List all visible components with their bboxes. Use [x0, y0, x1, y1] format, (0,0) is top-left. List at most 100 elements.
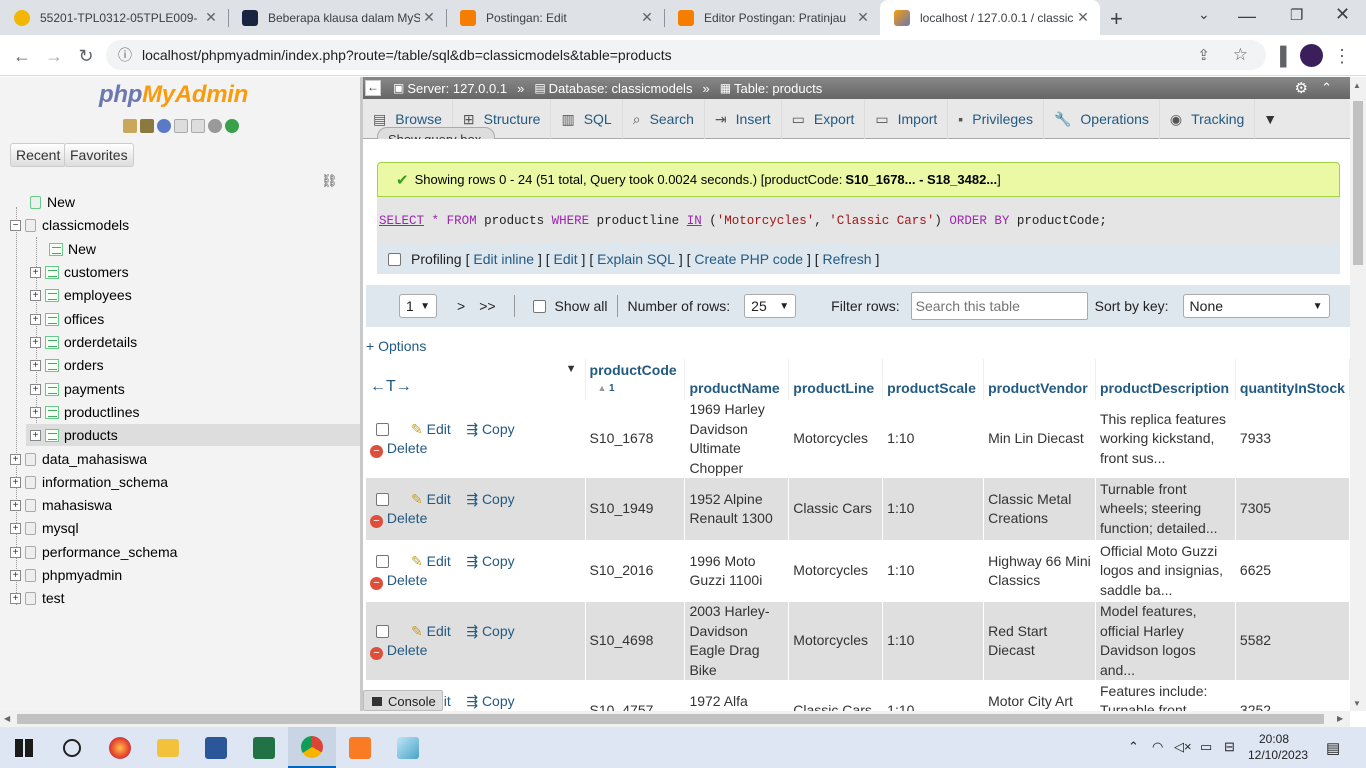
horizontal-scrollbar[interactable]: ◀ ▶	[0, 711, 1350, 727]
side-panel-icon[interactable]: ▐	[1268, 44, 1292, 68]
expand-icon[interactable]: +	[30, 336, 41, 348]
sql-keyword[interactable]: IN	[687, 214, 702, 228]
column-header-productdescription[interactable]: productDescription	[1095, 359, 1236, 400]
window-close-icon[interactable]: ✕	[1335, 4, 1350, 25]
sort-dropdown-icon[interactable]: ▼	[566, 363, 577, 375]
expand-icon[interactable]: +	[30, 429, 41, 441]
copy-button[interactable]: ⇶ Copy	[466, 421, 514, 437]
expand-icon[interactable]: +	[30, 383, 41, 395]
tree-table-orders[interactable]: + orders	[30, 355, 104, 375]
scrollbar-thumb[interactable]	[1353, 101, 1363, 265]
sql-keyword[interactable]: SELECT	[379, 214, 424, 228]
help-icon[interactable]	[157, 119, 171, 133]
tree-db-data-mahasiswa[interactable]: + data_mahasiswa	[10, 449, 147, 469]
cell-productline-link[interactable]: Motorcycles	[788, 400, 884, 478]
browser-tab-2[interactable]: Beberapa klausa dalam MySQ ✕	[228, 0, 446, 35]
tree-db-performance-schema[interactable]: + performance_schema	[10, 542, 177, 562]
expand-icon[interactable]: +	[10, 499, 21, 511]
cell-productcode[interactable]: S10_1949	[585, 478, 686, 540]
tree-new-database[interactable]: New	[30, 192, 75, 212]
browser-tab-3[interactable]: Postingan: Edit ✕	[446, 0, 664, 35]
tree-table-customers[interactable]: + customers	[30, 262, 129, 282]
edit-query-link[interactable]: Edit	[554, 251, 578, 267]
start-button[interactable]	[0, 727, 48, 768]
scroll-down-icon[interactable]: ▼	[1353, 699, 1361, 708]
bookmark-star-icon[interactable]: ☆	[1233, 45, 1248, 65]
cell-productscale[interactable]: 1:10	[882, 540, 985, 602]
tab-privileges[interactable]: ▪ Privileges	[948, 99, 1044, 139]
filter-rows-input[interactable]	[910, 292, 1088, 320]
search-button[interactable]	[48, 727, 96, 768]
create-php-code-link[interactable]: Create PHP code	[694, 251, 803, 267]
cell-quantityinstock[interactable]: 6625	[1235, 540, 1350, 602]
home-icon[interactable]	[123, 119, 137, 133]
taskbar-word[interactable]	[192, 727, 240, 768]
close-icon[interactable]: ✕	[420, 9, 438, 26]
cell-productline-link[interactable]: Classic Cars	[788, 478, 884, 540]
tree-db-information-schema[interactable]: + information_schema	[10, 472, 168, 492]
expand-icon[interactable]: +	[30, 266, 41, 278]
site-info-icon[interactable]: ⓘ	[118, 45, 132, 65]
close-icon[interactable]: ✕	[1074, 9, 1092, 26]
tab-tracking[interactable]: ◉ Tracking	[1160, 99, 1256, 139]
cell-quantityinstock[interactable]: 7933	[1235, 400, 1350, 478]
expand-icon[interactable]: +	[10, 522, 21, 534]
cell-productline-link[interactable]: Motorcycles	[788, 602, 884, 680]
speaker-muted-icon[interactable]: ◁×	[1174, 739, 1192, 755]
tray-chevron-up-icon[interactable]: ⌃	[1128, 739, 1139, 755]
phpmyadmin-logo[interactable]: phpMyAdmin	[99, 81, 248, 109]
cell-productname[interactable]: 2003 Harley-Davidson Eagle Drag Bike	[684, 602, 790, 680]
cell-productname[interactable]: 1996 Moto Guzzi 1100i	[684, 540, 790, 602]
refresh-link[interactable]: Refresh	[823, 251, 872, 267]
taskbar-xampp[interactable]	[336, 727, 384, 768]
expand-icon[interactable]: +	[10, 476, 21, 488]
tree-table-orderdetails[interactable]: + orderdetails	[30, 332, 137, 352]
column-header-productvendor[interactable]: productVendor	[983, 359, 1096, 400]
favorites-button[interactable]: Favorites	[64, 143, 134, 167]
share-icon[interactable]: ⇪	[1197, 46, 1210, 64]
cell-productdescription[interactable]: Model features, official Harley Davidson…	[1095, 602, 1236, 680]
tree-db-phpmyadmin[interactable]: + phpmyadmin	[10, 565, 122, 585]
tree-table-products[interactable]: + products	[30, 425, 118, 445]
breadcrumb-server[interactable]: Server: 127.0.0.1	[407, 81, 507, 96]
edit-button[interactable]: ✎ Edit	[411, 421, 451, 437]
delete-button[interactable]: − Delete	[370, 440, 427, 458]
row-checkbox[interactable]	[376, 492, 389, 506]
show-all-checkbox[interactable]	[532, 299, 546, 313]
close-icon[interactable]: ✕	[638, 9, 656, 26]
edit-inline-link[interactable]: Edit inline	[473, 251, 534, 267]
cell-productdescription[interactable]: This replica features working kickstand,…	[1095, 400, 1236, 478]
expand-icon[interactable]: +	[30, 359, 41, 371]
cell-productname[interactable]: 1969 Harley Davidson Ultimate Chopper	[684, 400, 790, 478]
edit-button[interactable]: ✎ Edit	[411, 491, 451, 507]
link-icon[interactable]: ⛓	[321, 173, 338, 189]
vertical-scrollbar[interactable]: ▲ ▼	[1350, 77, 1366, 711]
taskbar-chrome[interactable]	[288, 727, 336, 768]
tree-db-mysql[interactable]: + mysql	[10, 518, 79, 538]
column-header-quantityinstock[interactable]: quantityInStock	[1235, 359, 1350, 400]
cell-productdescription[interactable]: Official Moto Guzzi logos and insignias,…	[1095, 540, 1236, 602]
taskbar-file-explorer[interactable]	[144, 727, 192, 768]
tree-db-mahasiswa[interactable]: + mahasiswa	[10, 495, 112, 515]
tab-search-icon[interactable]: ⌄	[1198, 6, 1210, 23]
docs-icon[interactable]	[174, 119, 188, 133]
expand-icon[interactable]: +	[10, 569, 21, 581]
reload-icon[interactable]	[225, 119, 239, 133]
taskbar-excel[interactable]	[240, 727, 288, 768]
cell-productname[interactable]: 1952 Alpine Renault 1300	[684, 478, 790, 540]
copy-button[interactable]: ⇶ Copy	[466, 553, 514, 569]
copy-button[interactable]: ⇶ Copy	[466, 623, 514, 639]
cell-productvendor[interactable]: Highway 66 Mini Classics	[983, 540, 1096, 602]
input-method-icon[interactable]: ⊟	[1224, 739, 1235, 755]
menu-kebab-icon[interactable]: ⋮	[1330, 44, 1354, 68]
scroll-up-icon[interactable]: ▲	[1353, 81, 1361, 90]
cell-quantityinstock[interactable]: 5582	[1235, 602, 1350, 680]
delete-button[interactable]: − Delete	[370, 510, 427, 528]
settings-gear-icon[interactable]	[208, 119, 222, 133]
collapse-icon[interactable]: −	[10, 219, 21, 231]
more-tabs-dropdown[interactable]: ▼	[1255, 99, 1285, 139]
cell-quantityinstock[interactable]: 3252	[1235, 680, 1350, 711]
profiling-checkbox[interactable]	[388, 252, 401, 266]
options-toggle[interactable]: + Options	[366, 338, 426, 354]
expand-icon[interactable]: +	[10, 546, 21, 558]
